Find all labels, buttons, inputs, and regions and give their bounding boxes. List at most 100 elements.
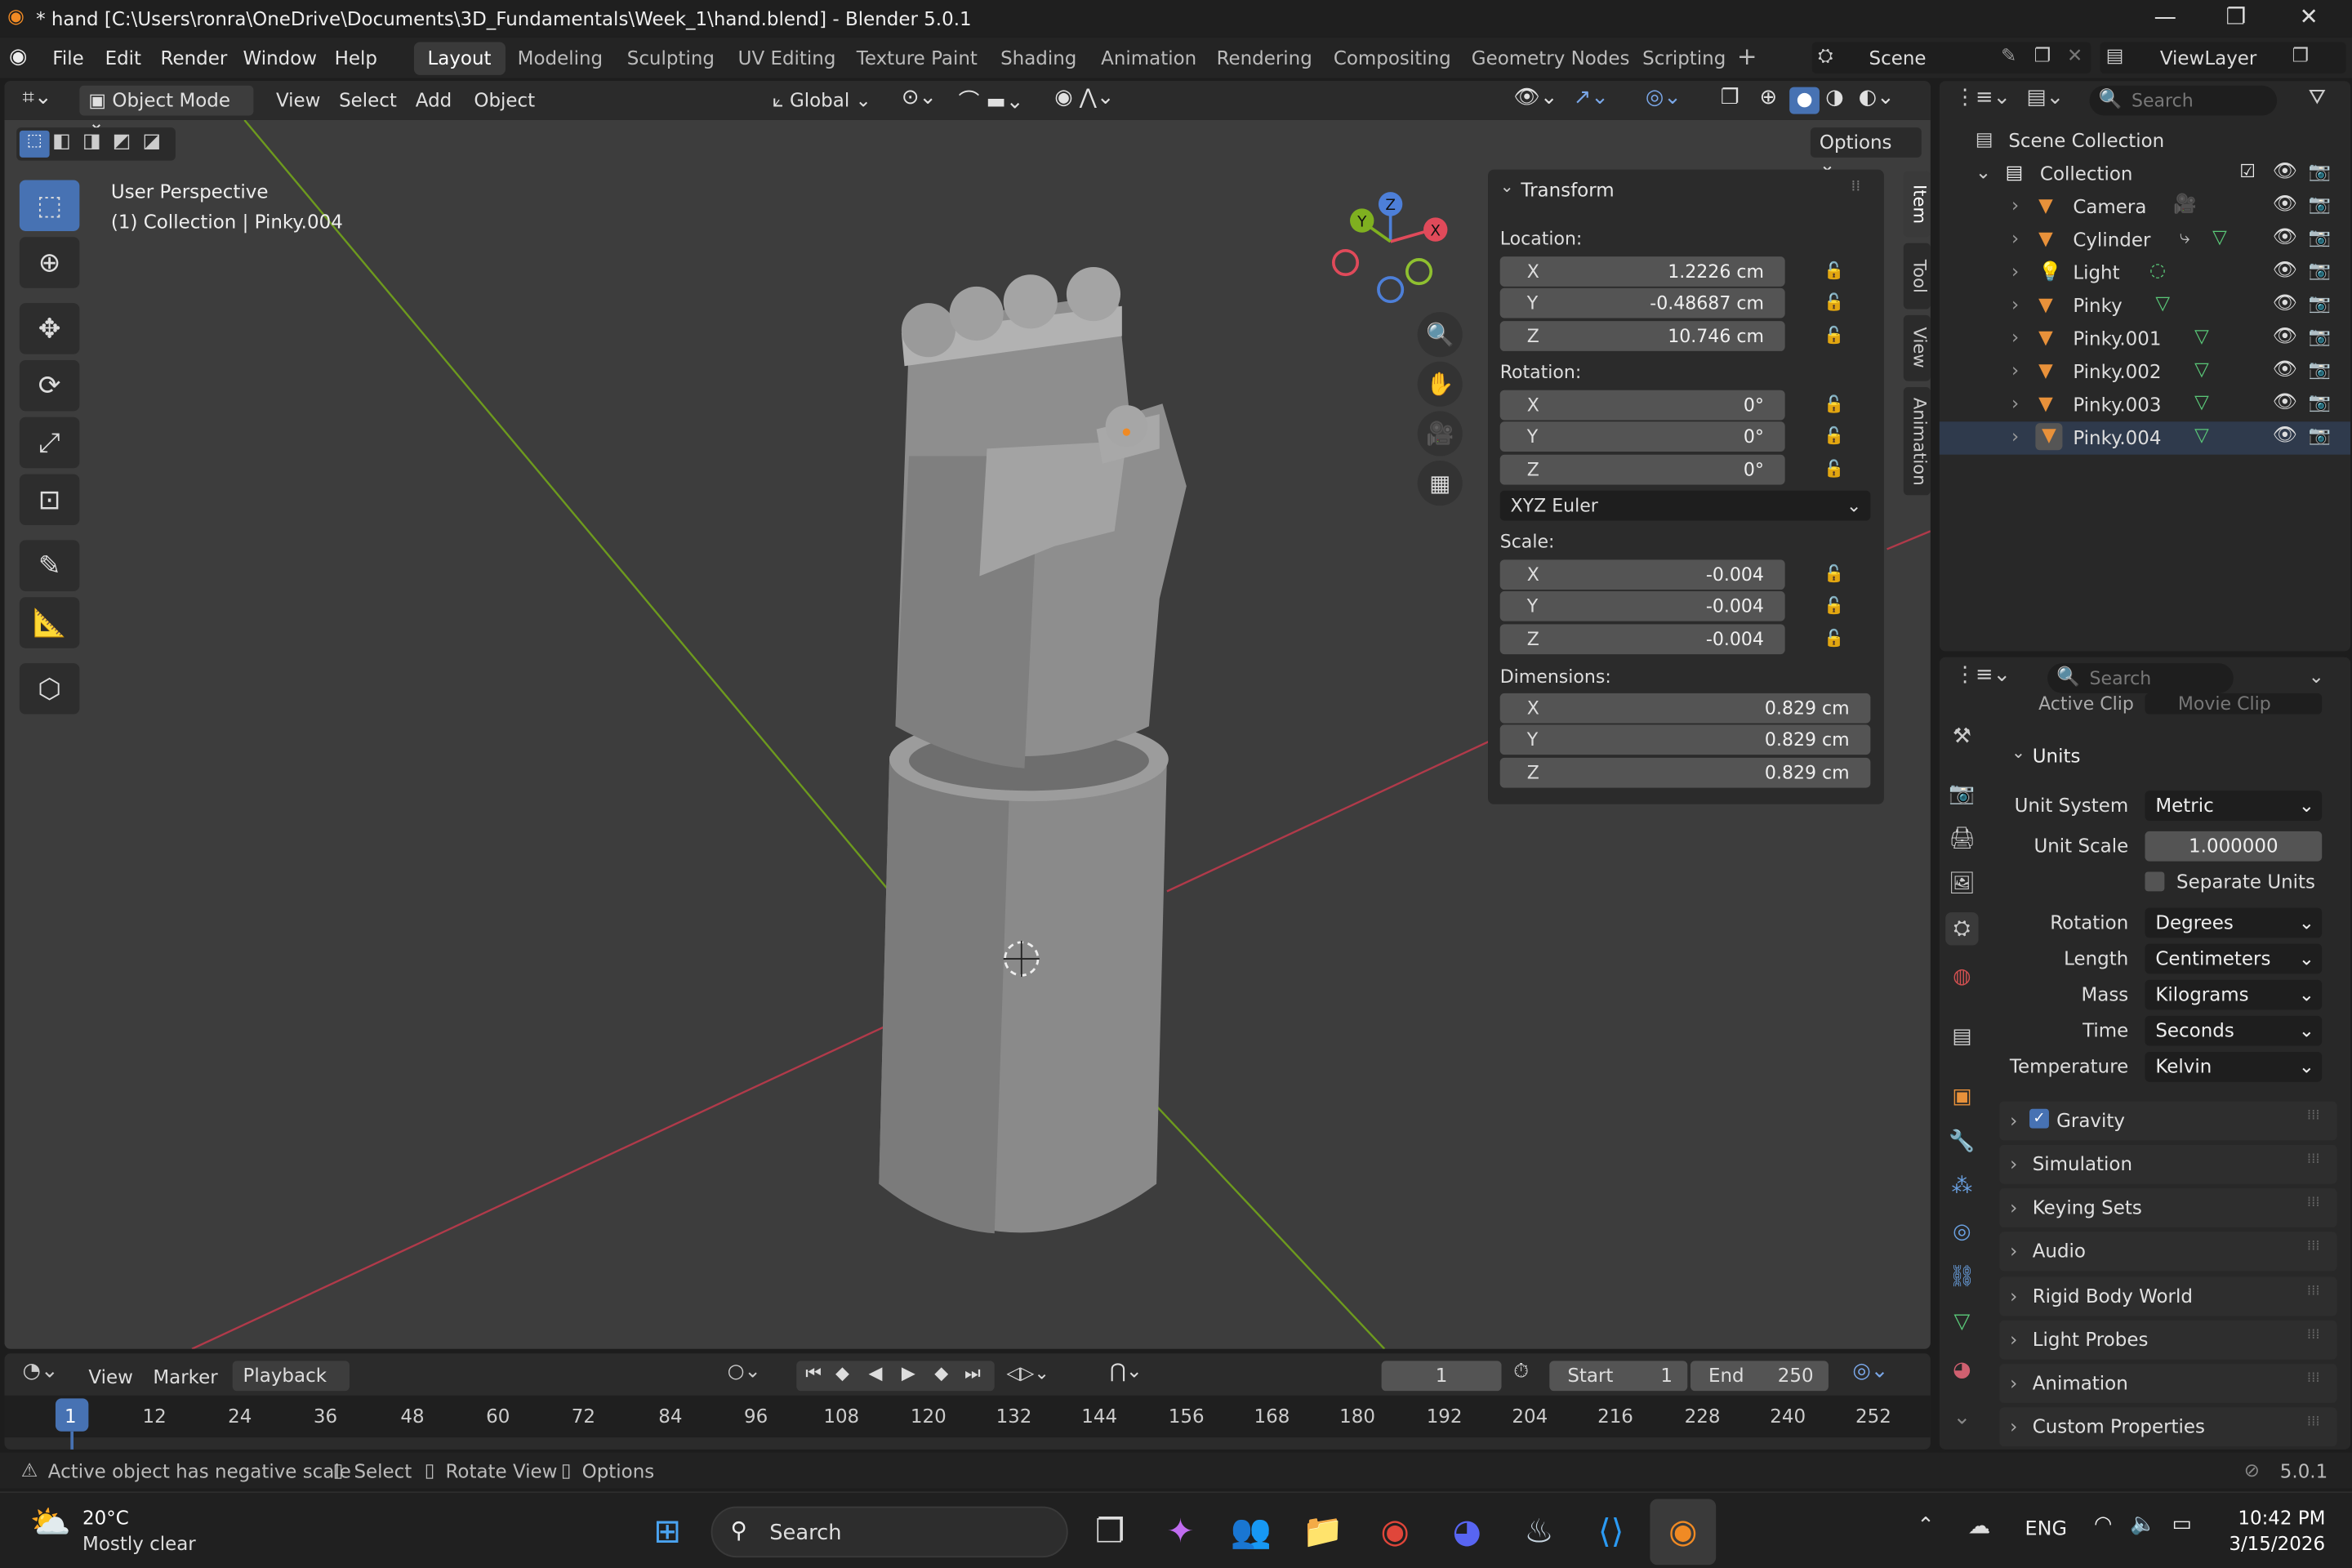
tool-measure[interactable]: 📐 — [19, 597, 80, 648]
scale-y-field[interactable]: Y -0.004 — [1499, 590, 1785, 621]
camera-view-button[interactable]: 🎥 — [1417, 411, 1463, 457]
outliner-item-pinky-002[interactable]: › ▼ Pinky.002 ▽ 👁 📷 — [1940, 355, 2350, 388]
xray-icon[interactable]: ❐ — [1721, 86, 1740, 109]
stopwatch-icon[interactable]: ⏱ — [1513, 1361, 1529, 1383]
tool-annotate[interactable]: ✎ — [19, 540, 80, 591]
tab-item[interactable]: Item — [1903, 171, 1931, 238]
camera-icon[interactable]: 📷 — [2309, 392, 2331, 413]
eye-icon[interactable]: 👁 — [2273, 226, 2297, 249]
tool-scale[interactable]: ⤢ — [19, 416, 80, 469]
outliner-item-pinky-004[interactable]: › ▼ Pinky.004 ▽ 👁 📷 — [1939, 421, 2351, 455]
blender-menu-icon[interactable]: ◉ — [9, 45, 27, 69]
tool-select-box[interactable]: ⬚ — [19, 180, 80, 231]
tab-world[interactable]: ◍ — [1945, 960, 1978, 993]
tab-output[interactable]: 🖨 — [1945, 822, 1978, 855]
tab-view-layer[interactable]: 🖼 — [1945, 867, 1978, 900]
frame-ruler[interactable] — [4, 1395, 1931, 1438]
lock-icon[interactable]: 🔓 — [1824, 326, 1844, 345]
unit-system-dropdown[interactable]: Metric ⌄ — [2145, 791, 2323, 822]
lock-icon[interactable]: 🔓 — [1824, 426, 1844, 446]
jump-end-icon[interactable]: ⏭ — [964, 1362, 981, 1385]
orientation-dropdown[interactable]: ⟀ Global ⌄ — [764, 86, 889, 116]
start-button[interactable]: ⊞ — [644, 1508, 692, 1556]
tab-more[interactable]: ⌄ — [1945, 1401, 1978, 1434]
record-icon[interactable]: ○⌄ — [728, 1361, 761, 1383]
rotation-z-field[interactable]: Z 0° — [1499, 454, 1785, 485]
outliner-item-camera[interactable]: › ▼ Camera 🎥 👁 📷 — [1940, 190, 2350, 223]
properties-editor-icon[interactable]: ⋮≡⌄ — [1954, 663, 2011, 687]
maximize-icon[interactable]: ❐ — [2226, 3, 2247, 30]
clock-date[interactable]: 3/15/2026 — [2229, 1532, 2325, 1555]
location-y-field[interactable]: Y -0.48687 cm — [1499, 287, 1785, 318]
timeline-overlay-icon[interactable]: ◎⌄ — [1852, 1360, 1888, 1383]
task-view-icon[interactable]: ❐ — [1086, 1508, 1134, 1556]
camera-icon[interactable]: 📷 — [2309, 359, 2331, 380]
tab-compositing[interactable]: Compositing — [1320, 42, 1464, 74]
battery-icon[interactable]: ▭ — [2172, 1512, 2192, 1536]
tab-sculpting[interactable]: Sculpting — [613, 42, 728, 74]
rotation-mode-dropdown[interactable]: XYZ Euler ⌄ — [1499, 490, 1871, 521]
eye-icon[interactable]: 👁 — [2273, 392, 2297, 415]
tab-texture-paint[interactable]: Texture Paint — [843, 42, 991, 74]
tab-layout[interactable]: Layout — [413, 42, 506, 75]
filter-icon[interactable]: ⛛ — [2309, 86, 2327, 109]
outliner-item-pinky-001[interactable]: › ▼ Pinky.001 ▽ 👁 📷 — [1940, 323, 2350, 355]
collapse-chevron-icon[interactable]: ⌄ — [1500, 177, 1514, 197]
menu-view[interactable]: View — [276, 88, 320, 111]
camera-icon[interactable]: 📷 — [2309, 326, 2331, 347]
lock-icon[interactable]: 🔓 — [1824, 629, 1844, 648]
panel-animation[interactable]: › Animation ⁞⁞⁞ — [1999, 1364, 2337, 1403]
panel-light-probes[interactable]: › Light Probes ⁞⁞⁞ — [1999, 1320, 2337, 1360]
panel-audio[interactable]: › Audio ⁞⁞⁞ — [1999, 1232, 2337, 1272]
tab-shading[interactable]: Shading — [987, 42, 1090, 74]
select-new-icon[interactable]: ⬚ — [19, 130, 50, 158]
unit-scale-field[interactable]: 1.000000 — [2145, 831, 2323, 862]
lock-icon[interactable]: 🔓 — [1824, 564, 1844, 584]
rotation-y-field[interactable]: Y 0° — [1499, 421, 1785, 452]
material-shading-icon[interactable]: ◑ — [1825, 86, 1843, 109]
new-view-layer-icon[interactable]: ❐ — [2292, 43, 2309, 66]
network-off-icon[interactable]: ⊘ — [2244, 1459, 2260, 1481]
properties-search-input[interactable]: 🔍 Search — [2047, 663, 2234, 693]
minimize-icon[interactable]: — — [2154, 3, 2177, 30]
playback-dropdown[interactable]: Playback ⌄ — [232, 1361, 350, 1409]
overlay-toggle-icon[interactable]: ◎⌄ — [1646, 86, 1682, 109]
eye-icon[interactable]: 👁 — [2273, 292, 2297, 315]
clock-time[interactable]: 10:42 PM — [2238, 1507, 2325, 1530]
timeline-menu-view[interactable]: View — [88, 1365, 132, 1388]
outliner-item-light[interactable]: › 💡 Light ◌ 👁 📷 — [1940, 256, 2350, 289]
location-z-field[interactable]: Z 10.746 cm — [1499, 321, 1785, 351]
tab-tool[interactable]: Tool — [1903, 243, 1931, 310]
select-extend-icon[interactable]: ◧ — [52, 131, 71, 154]
ortho-toggle-button[interactable]: ▦ — [1417, 461, 1463, 506]
tab-object[interactable]: ▣ — [1945, 1080, 1978, 1113]
eye-icon[interactable]: 👁 — [2273, 425, 2297, 448]
wireframe-shading-icon[interactable]: ⊕ — [1759, 86, 1777, 109]
start-frame-field[interactable]: Start 1 — [1549, 1361, 1688, 1392]
chevron-down-icon[interactable]: ⌄ — [2011, 742, 2025, 762]
editor-type-icon[interactable]: ⌗⌄ — [23, 86, 52, 109]
eye-icon[interactable]: 👁 — [2273, 161, 2297, 184]
end-frame-field[interactable]: End 250 — [1690, 1361, 1829, 1392]
scene-selector[interactable]: ⛭ Scene ✎ ❐ ✕ — [1811, 42, 2091, 74]
eye-icon[interactable]: 👁 — [2273, 194, 2297, 216]
volume-icon[interactable]: 🔈 — [2130, 1512, 2156, 1536]
tab-uv-editing[interactable]: UV Editing — [724, 42, 849, 74]
tab-data[interactable]: ▽ — [1945, 1305, 1978, 1338]
options-dropdown[interactable]: Options ⌄ — [1810, 127, 1922, 176]
eye-icon[interactable]: 👁 — [2273, 260, 2297, 283]
onedrive-icon[interactable]: ☁ — [1968, 1512, 1991, 1539]
tab-rendering[interactable]: Rendering — [1203, 42, 1325, 74]
select-subtract-icon[interactable]: ◨ — [82, 131, 101, 154]
menu-edit[interactable]: Edit — [105, 47, 141, 69]
rendered-shading-icon[interactable]: ◐⌄ — [1859, 86, 1895, 109]
mass-unit-dropdown[interactable]: Kilograms ⌄ — [2145, 979, 2323, 1010]
rotation-unit-dropdown[interactable]: Degrees ⌄ — [2145, 907, 2323, 938]
play-icon[interactable]: ▶ — [902, 1362, 915, 1383]
panel-gravity[interactable]: › ✓ Gravity ⁞⁞⁞ — [1999, 1101, 2337, 1141]
outliner-collection[interactable]: ⌄ ▤ Collection ☑ 👁 📷 — [1940, 158, 2350, 190]
checkbox-icon[interactable]: ☑ — [2239, 161, 2256, 182]
tool-add-cube[interactable]: ⬡ — [19, 663, 80, 715]
weather-desc[interactable]: Mostly clear — [82, 1532, 196, 1555]
tab-physics[interactable]: ◎ — [1945, 1215, 1978, 1248]
